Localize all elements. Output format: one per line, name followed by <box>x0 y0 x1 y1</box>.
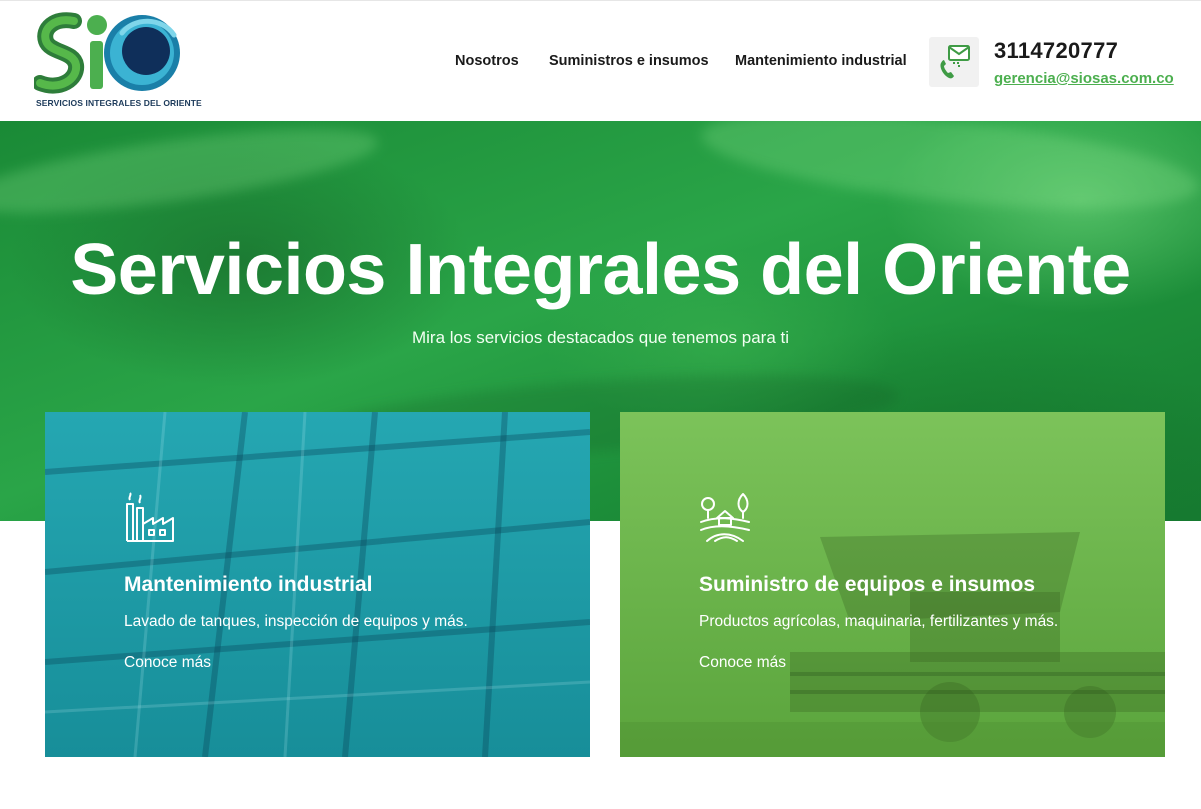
card-learn-more-link[interactable]: Conoce más <box>124 654 211 672</box>
contact-email-link[interactable]: gerencia@siosas.com.co <box>994 70 1174 87</box>
logo-caption: SERVICIOS INTEGRALES DEL ORIENTE <box>36 98 202 108</box>
site-logo[interactable]: SERVICIOS INTEGRALES DEL ORIENTE <box>34 11 202 111</box>
hero-bg-streak <box>697 121 1201 227</box>
site-header: SERVICIOS INTEGRALES DEL ORIENTE Nosotro… <box>0 0 1201 121</box>
card-learn-more-link[interactable]: Conoce más <box>699 654 786 672</box>
hero-bg-streak <box>0 121 383 230</box>
card-description: Productos agrícolas, maquinaria, fertili… <box>699 613 1059 630</box>
service-card-industrial[interactable]: Mantenimiento industrial Lavado de tanqu… <box>45 412 590 757</box>
card-description: Lavado de tanques, inspección de equipos… <box>124 613 468 630</box>
nav-item-nosotros[interactable]: Nosotros <box>455 53 519 69</box>
nav-item-suministros[interactable]: Suministros e insumos <box>549 53 709 69</box>
contact-phone[interactable]: 3114720777 <box>994 38 1118 64</box>
factory-icon <box>126 492 174 542</box>
phone-mail-icon <box>929 37 979 87</box>
card-title: Mantenimiento industrial <box>124 573 373 596</box>
hero-subtitle: Mira los servicios destacados que tenemo… <box>411 328 789 347</box>
hero-title: Servicios Integrales del Oriente <box>70 230 1131 310</box>
logo-mark <box>34 12 180 94</box>
card-title: Suministro de equipos e insumos <box>699 573 1036 596</box>
service-card-supply[interactable]: Suministro de equipos e insumos Producto… <box>620 412 1165 757</box>
nav-item-mantenimiento[interactable]: Mantenimiento industrial <box>735 53 907 69</box>
farm-icon <box>700 493 750 542</box>
